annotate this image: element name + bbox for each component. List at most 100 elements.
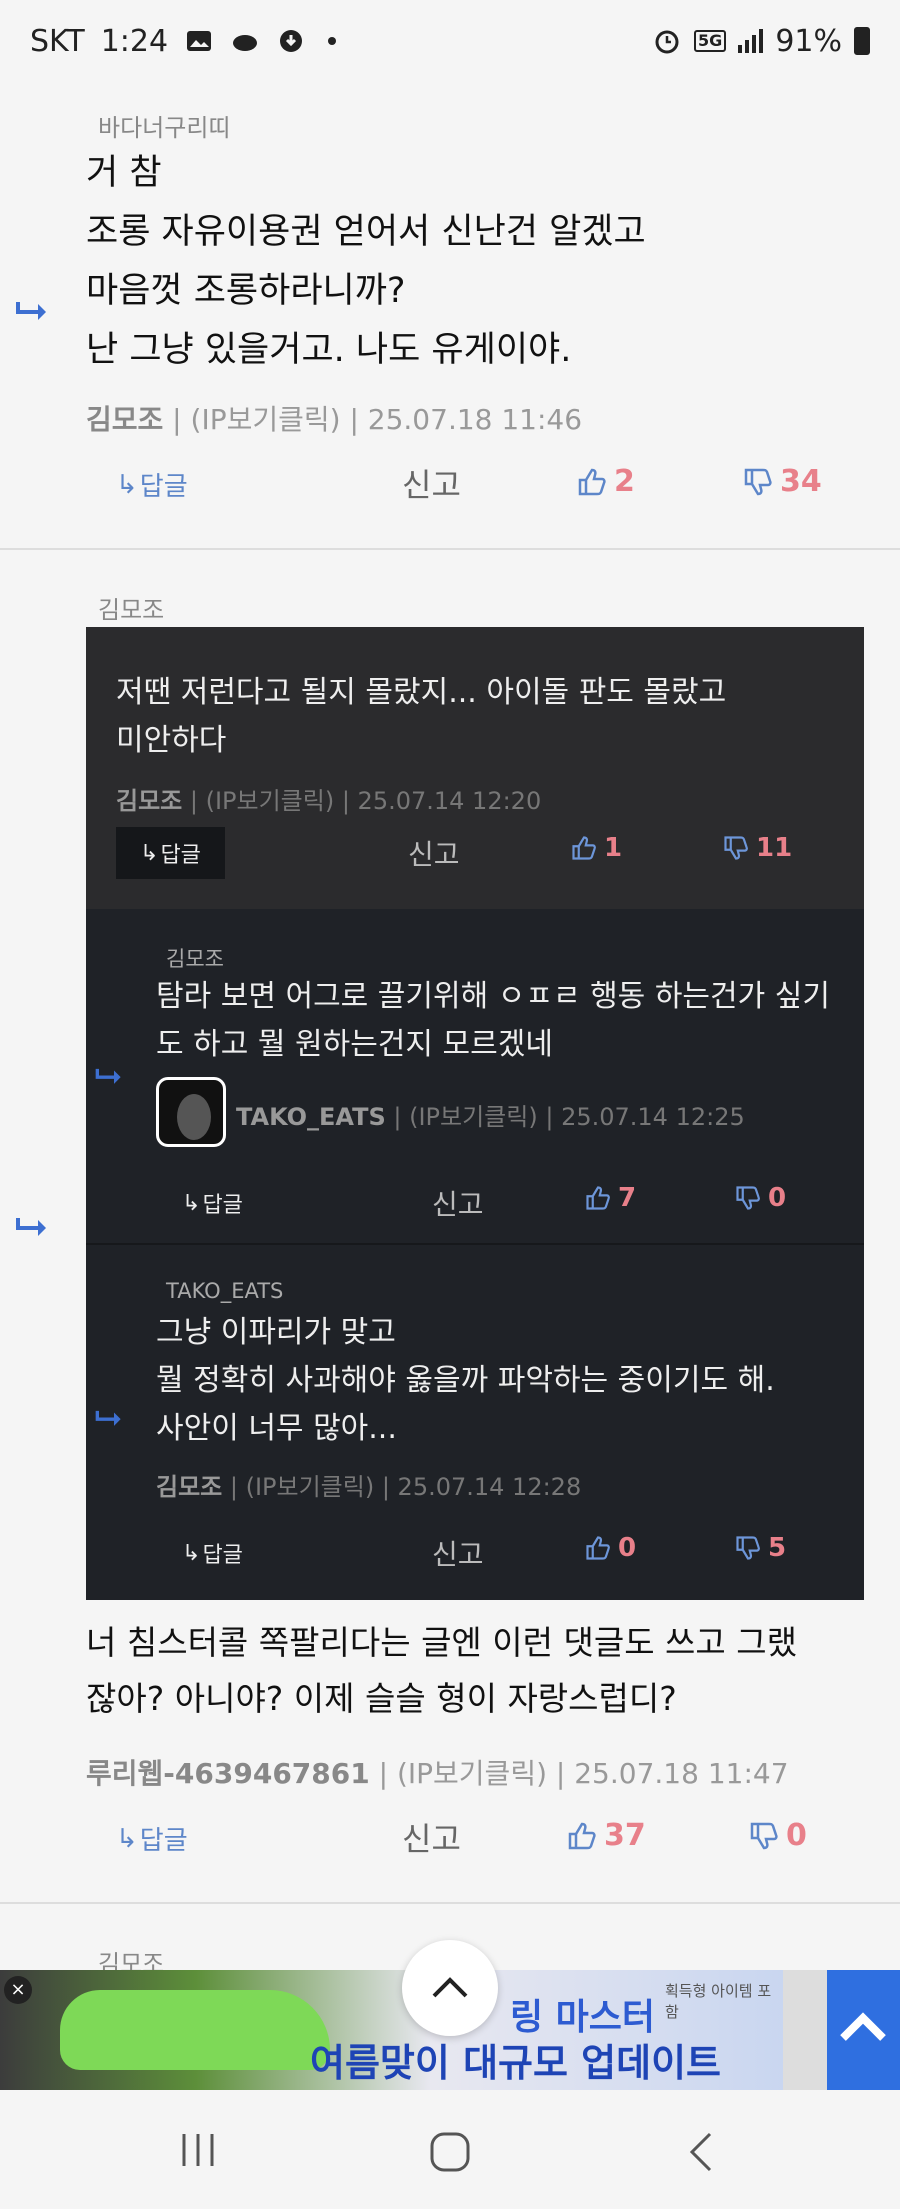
- reply-arrow-icon: [95, 1068, 121, 1084]
- status-bar: SKT 1:24 5G 91%: [0, 0, 900, 82]
- ip-link[interactable]: (IP보기클릭): [397, 1757, 547, 1790]
- meta-author[interactable]: 김모조: [86, 403, 163, 436]
- divider: [86, 1243, 864, 1245]
- quoted-meta: 김모조 | (IP보기클릭) | 25.07.14 12:28: [156, 1473, 582, 1501]
- gallery-icon: [187, 31, 212, 51]
- like-button[interactable]: 2: [576, 464, 635, 499]
- download-icon: [280, 30, 303, 52]
- meta-author[interactable]: TAKO_EATS: [236, 1103, 386, 1131]
- reply-arrow-icon: [16, 1218, 46, 1236]
- meta-author[interactable]: 김모조: [156, 1473, 222, 1501]
- home-icon[interactable]: [428, 2130, 472, 2174]
- divider: [0, 548, 900, 550]
- thumbs-up-icon: [586, 1536, 610, 1560]
- reply-arrow-small-icon: ↳: [182, 1540, 201, 1566]
- like-button[interactable]: 0: [584, 1533, 636, 1563]
- quoted-meta: 김모조 | (IP보기클릭) | 25.07.14 12:20: [116, 787, 542, 815]
- ip-link[interactable]: (IP보기클릭): [246, 1473, 375, 1501]
- car-graphic: [60, 1990, 330, 2070]
- battery-icon: [854, 27, 870, 55]
- meta-author[interactable]: 김모조: [116, 787, 182, 815]
- clock: 1:24: [100, 23, 169, 59]
- ip-link[interactable]: (IP보기클릭): [409, 1103, 538, 1131]
- meta-date: 25.07.18 11:46: [367, 403, 583, 436]
- scroll-to-top-button[interactable]: [402, 1940, 498, 2036]
- recent-apps-icon[interactable]: [178, 2130, 218, 2170]
- ip-link[interactable]: (IP보기클릭): [206, 787, 335, 815]
- network-badge: 5G: [694, 30, 727, 52]
- thumbs-down-icon: [736, 1536, 760, 1560]
- comment-meta: 루리웹-4639467861 | (IP보기클릭) | 25.07.18 11:…: [86, 1757, 789, 1790]
- report-button[interactable]: 신고: [432, 1533, 484, 1573]
- thumbs-down-icon: [724, 836, 748, 860]
- meta-date: 25.07.14 12:20: [357, 787, 542, 815]
- back-icon[interactable]: [686, 2130, 716, 2174]
- quoted-author-label: 김모조: [166, 947, 224, 971]
- reply-arrow-small-icon: ↳: [116, 469, 138, 500]
- reply-button[interactable]: ↳ 답글: [116, 1820, 188, 1857]
- ad-tag: 획득형 아이템 포함: [665, 1982, 772, 2021]
- quoted-author-label: TAKO_EATS: [166, 1279, 284, 1303]
- more-notifications-icon: [328, 37, 337, 45]
- quoted-meta: TAKO_EATS | (IP보기클릭) | 25.07.14 12:25: [236, 1103, 745, 1131]
- chevron-up-icon: [840, 2012, 886, 2041]
- system-nav-bar: [0, 2090, 900, 2209]
- report-button[interactable]: 신고: [432, 1183, 484, 1223]
- battery-percent: 91%: [775, 23, 842, 59]
- ad-subtitle: 여름맞이 대규모 업데이트: [310, 2041, 722, 2085]
- thumbs-up-icon: [568, 1822, 596, 1849]
- comment-author-label: 바다너구리띠: [98, 114, 231, 142]
- reply-button[interactable]: ↳ 답글: [116, 466, 188, 503]
- avatar[interactable]: [156, 1077, 226, 1147]
- divider: [0, 1902, 900, 1904]
- reply-button[interactable]: ↳ 답글: [182, 1537, 243, 1569]
- quoted-body: 저땐 저런다고 될지 몰랐지... 아이돌 판도 몰랐고 미안하다: [116, 675, 727, 758]
- dislike-button[interactable]: 0: [734, 1183, 786, 1213]
- ad-expand-button[interactable]: [827, 1970, 900, 2090]
- meta-date: 25.07.18 11:47: [574, 1757, 789, 1790]
- chevron-up-icon: [432, 1977, 468, 1998]
- report-button[interactable]: 신고: [402, 460, 461, 506]
- like-button[interactable]: 1: [570, 833, 622, 863]
- signal-icon: [738, 29, 764, 53]
- thumbs-up-icon: [586, 1186, 610, 1210]
- reply-arrow-icon: [95, 1410, 121, 1426]
- carrier: SKT: [30, 23, 85, 59]
- dislike-button[interactable]: 11: [722, 833, 792, 863]
- quoted-thread: 저땐 저런다고 될지 몰랐지... 아이돌 판도 몰랐고 미안하다 김모조 | …: [86, 627, 864, 1600]
- comment-actions: ↳ 답글 신고 37 0: [0, 1812, 900, 1862]
- cloud-icon: [233, 35, 258, 51]
- comment-body: 거 참 조롱 자유이용권 얻어서 신난건 알겠고 마음껏 조롱하라니까? 난 그…: [86, 153, 646, 370]
- reply-arrow-icon: [16, 302, 46, 320]
- thumbs-down-icon: [736, 1186, 760, 1210]
- meta-date: 25.07.14 12:28: [397, 1473, 582, 1501]
- comment-actions: ↳ 답글 신고 2 34: [0, 458, 900, 508]
- reply-arrow-small-icon: ↳: [182, 1190, 201, 1216]
- reply-arrow-small-icon: ↳: [116, 1823, 138, 1854]
- reply-button[interactable]: ↳ 답글: [116, 827, 225, 879]
- like-button[interactable]: 37: [566, 1818, 646, 1853]
- dislike-button[interactable]: 34: [742, 464, 822, 499]
- ip-link[interactable]: (IP보기클릭): [191, 403, 341, 436]
- quoted-body: 그냥 이파리가 맞고 뭘 정확히 사과해야 옳을까 파악하는 중이기도 해. 사…: [156, 1315, 775, 1446]
- like-button[interactable]: 7: [584, 1183, 636, 1213]
- quoted-comment-1: 저땐 저런다고 될지 몰랐지... 아이돌 판도 몰랐고 미안하다 김모조 | …: [86, 627, 864, 909]
- reply-arrow-small-icon: ↳: [140, 840, 159, 866]
- dislike-button[interactable]: 0: [748, 1818, 807, 1853]
- meta-author[interactable]: 루리웹-4639467861: [86, 1757, 370, 1790]
- quoted-body: 탐라 보면 어그로 끌기위해 ㅇㅍㄹ 행동 하는건가 싶기 도 하고 뭘 원하는…: [156, 979, 830, 1062]
- comment-meta: 김모조 | (IP보기클릭) | 25.07.18 11:46: [86, 403, 583, 436]
- meta-date: 25.07.14 12:25: [561, 1103, 745, 1131]
- dislike-button[interactable]: 5: [734, 1533, 786, 1563]
- comment-body: 너 침스터콜 쪽팔리다는 글엔 이런 댓글도 쓰고 그랬 잖아? 아니야? 이제…: [86, 1623, 797, 1718]
- ad-close-icon[interactable]: ×: [4, 1976, 32, 2004]
- report-button[interactable]: 신고: [402, 1814, 461, 1860]
- report-button[interactable]: 신고: [408, 833, 460, 873]
- thumbs-down-icon: [744, 468, 772, 495]
- thumbs-up-icon: [572, 836, 596, 860]
- ad-image[interactable]: 획득형 아이템 포함 링 마스터 여름맞이 대규모 업데이트: [0, 1970, 783, 2090]
- comment-author-label: 김모조: [98, 596, 165, 624]
- thumbs-down-icon: [750, 1822, 778, 1849]
- alarm-icon: [655, 30, 679, 54]
- reply-button[interactable]: ↳ 답글: [182, 1187, 243, 1219]
